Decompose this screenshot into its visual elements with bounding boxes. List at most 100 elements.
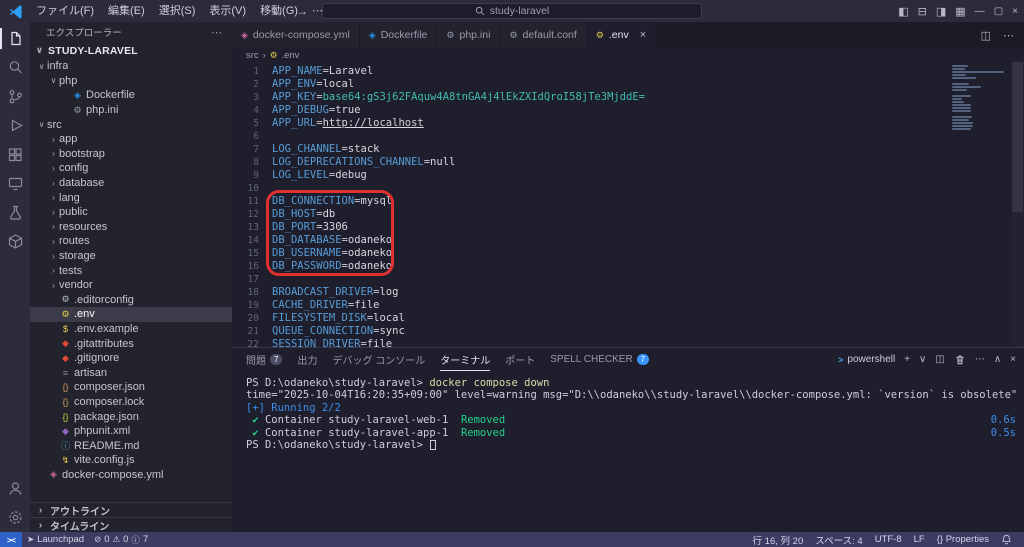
workspace-root[interactable]: ∨ STUDY-LARAVEL (30, 42, 232, 59)
tree-item-.env.example[interactable]: $.env.example (30, 322, 232, 337)
tree-item-.env[interactable]: ⚙.env (30, 307, 232, 322)
settings-gear-icon[interactable] (0, 503, 30, 532)
activity-source-control-icon[interactable] (0, 82, 30, 111)
toggle-sidebar-icon[interactable]: ◧ (898, 5, 908, 18)
panel-tab-2[interactable]: デバッグ コンソール (332, 348, 425, 371)
close-panel-icon[interactable]: × (1010, 354, 1016, 365)
tree-item-.gitignore[interactable]: ◆.gitignore (30, 351, 232, 366)
maximize-button[interactable]: ▢ (994, 6, 1003, 17)
terminal[interactable]: PS D:\odaneko\study-laravel> docker comp… (246, 377, 1016, 530)
command-center-search[interactable]: study-laravel (322, 3, 702, 19)
tree-item-tests[interactable]: ›tests (30, 263, 232, 278)
timeline-section[interactable]: › タイムライン (30, 517, 232, 532)
tree-item-docker-compose.yml[interactable]: ◈docker-compose.yml (30, 468, 232, 483)
minimap-line (952, 74, 966, 76)
tree-item-composer.json[interactable]: {}composer.json (30, 380, 232, 395)
tree-item-infra[interactable]: ∨infra (30, 59, 232, 74)
tree-item-php[interactable]: ∨php (30, 74, 232, 89)
panel-tab-1[interactable]: 出力 (297, 348, 317, 371)
editor-tab-php.ini[interactable]: ⚙php.ini (437, 22, 500, 48)
breadcrumb-folder[interactable]: src (246, 50, 259, 61)
problems-summary[interactable]: ⊘ 0 ⚠ 0 ⓘ 7 (89, 534, 153, 546)
activity-search-icon[interactable] (0, 53, 30, 82)
kill-terminal-icon[interactable] (954, 354, 966, 366)
chevron-down-icon[interactable]: ∨ (919, 354, 926, 365)
back-button[interactable]: ← (272, 0, 284, 22)
more-actions-icon[interactable]: ⋯ (975, 354, 985, 365)
tree-item-php.ini[interactable]: ⚙php.ini (30, 103, 232, 118)
tree-item-vendor[interactable]: ›vendor (30, 278, 232, 293)
tree-item-.gitattributes[interactable]: ◆.gitattributes (30, 336, 232, 351)
menu-item-3[interactable]: 表示(V) (202, 0, 253, 22)
tree-item-Dockerfile[interactable]: ◈Dockerfile (30, 88, 232, 103)
maximize-panel-icon[interactable]: ∧ (994, 354, 1001, 365)
outline-section[interactable]: › アウトライン (30, 502, 232, 517)
editor-tab-.env[interactable]: ⚙.env× (587, 22, 656, 48)
editor-tab-Dockerfile[interactable]: ◈Dockerfile (360, 22, 438, 48)
customize-layout-icon[interactable]: ▦ (955, 5, 965, 18)
new-terminal-icon[interactable]: + (904, 354, 910, 365)
panel-tab-4[interactable]: ポート (505, 348, 535, 371)
tree-item-routes[interactable]: ›routes (30, 234, 232, 249)
tree-item-phpunit.xml[interactable]: ◆phpunit.xml (30, 424, 232, 439)
activity-explorer-icon[interactable] (0, 24, 30, 53)
tree-item-.editorconfig[interactable]: ⚙.editorconfig (30, 293, 232, 308)
close-window-button[interactable]: × (1012, 6, 1018, 17)
cursor-position[interactable]: 行 16, 列 20 (747, 533, 810, 547)
breadcrumb-file[interactable]: .env (281, 50, 299, 61)
panel-tab-5[interactable]: SPELL CHECKER7 (550, 348, 649, 371)
menu-item-2[interactable]: 選択(S) (152, 0, 203, 22)
activity-docker-icon[interactable] (0, 227, 30, 256)
account-icon[interactable] (0, 474, 30, 503)
menu-item-1[interactable]: 編集(E) (101, 0, 152, 22)
split-editor-icon[interactable]: ◫ (981, 29, 991, 42)
close-tab-icon[interactable]: × (640, 29, 646, 41)
split-terminal-icon[interactable]: ◫ (935, 354, 944, 365)
more-actions-icon[interactable]: ⋯ (1003, 29, 1014, 42)
tree-item-config[interactable]: ›config (30, 161, 232, 176)
minimap[interactable] (952, 65, 1008, 131)
menu-item-0[interactable]: ファイル(F) (29, 0, 101, 22)
remote-indicator[interactable]: >< (0, 532, 22, 547)
launchpad-button[interactable]: ➤ Launchpad (22, 534, 89, 545)
encoding[interactable]: UTF-8 (869, 534, 908, 545)
info-icon: ⓘ (131, 534, 140, 546)
activity-testing-icon[interactable] (0, 198, 30, 227)
toggle-panel-icon[interactable]: ⊟ (918, 5, 927, 18)
activity-run-debug-icon[interactable] (0, 111, 30, 140)
tree-item-resources[interactable]: ›resources (30, 220, 232, 235)
minimize-button[interactable]: — (975, 6, 985, 17)
tree-item-storage[interactable]: ›storage (30, 249, 232, 264)
tree-item-artisan[interactable]: ≡artisan (30, 365, 232, 380)
scrollbar-thumb[interactable] (1012, 62, 1023, 212)
language-mode[interactable]: {} Properties (931, 534, 995, 545)
panel-tab-3[interactable]: ターミナル (440, 348, 490, 371)
indent-setting[interactable]: スペース: 4 (809, 533, 868, 547)
tree-item-package.json[interactable]: {}package.json (30, 409, 232, 424)
editor-tab-default.conf[interactable]: ⚙default.conf (500, 22, 586, 48)
notifications-bell-icon[interactable] (995, 534, 1018, 545)
activity-remote-explorer-icon[interactable] (0, 169, 30, 198)
terminal-shell[interactable]: > powershell (838, 354, 895, 365)
tree-item-vite.config.js[interactable]: ↯vite.config.js (30, 453, 232, 468)
tree-item-database[interactable]: ›database (30, 176, 232, 191)
tree-item-lang[interactable]: ›lang (30, 190, 232, 205)
tree-item-src[interactable]: ∨src (30, 117, 232, 132)
minimap-line (952, 71, 1004, 73)
editor[interactable]: 1APP_NAME=Laravel2APP_ENV=local3APP_KEY=… (232, 62, 1024, 347)
forward-button[interactable]: → (296, 0, 308, 22)
editor-scrollbar[interactable] (1011, 62, 1024, 347)
tree-item-README.md[interactable]: ⓘREADME.md (30, 438, 232, 453)
toggle-secondary-sidebar-icon[interactable]: ◨ (936, 5, 946, 18)
editor-tab-docker-compose.yml[interactable]: ◈docker-compose.yml (232, 22, 360, 48)
panel-tab-label: ポート (505, 352, 535, 367)
line-number: 13 (232, 221, 272, 234)
tree-item-app[interactable]: ›app (30, 132, 232, 147)
tree-item-composer.lock[interactable]: {}composer.lock (30, 395, 232, 410)
eol-setting[interactable]: LF (908, 534, 931, 545)
tree-item-public[interactable]: ›public (30, 205, 232, 220)
activity-extensions-icon[interactable] (0, 140, 30, 169)
tree-item-bootstrap[interactable]: ›bootstrap (30, 147, 232, 162)
panel-tab-0[interactable]: 問題7 (246, 348, 282, 371)
more-actions-icon[interactable]: ⋯ (211, 26, 222, 39)
